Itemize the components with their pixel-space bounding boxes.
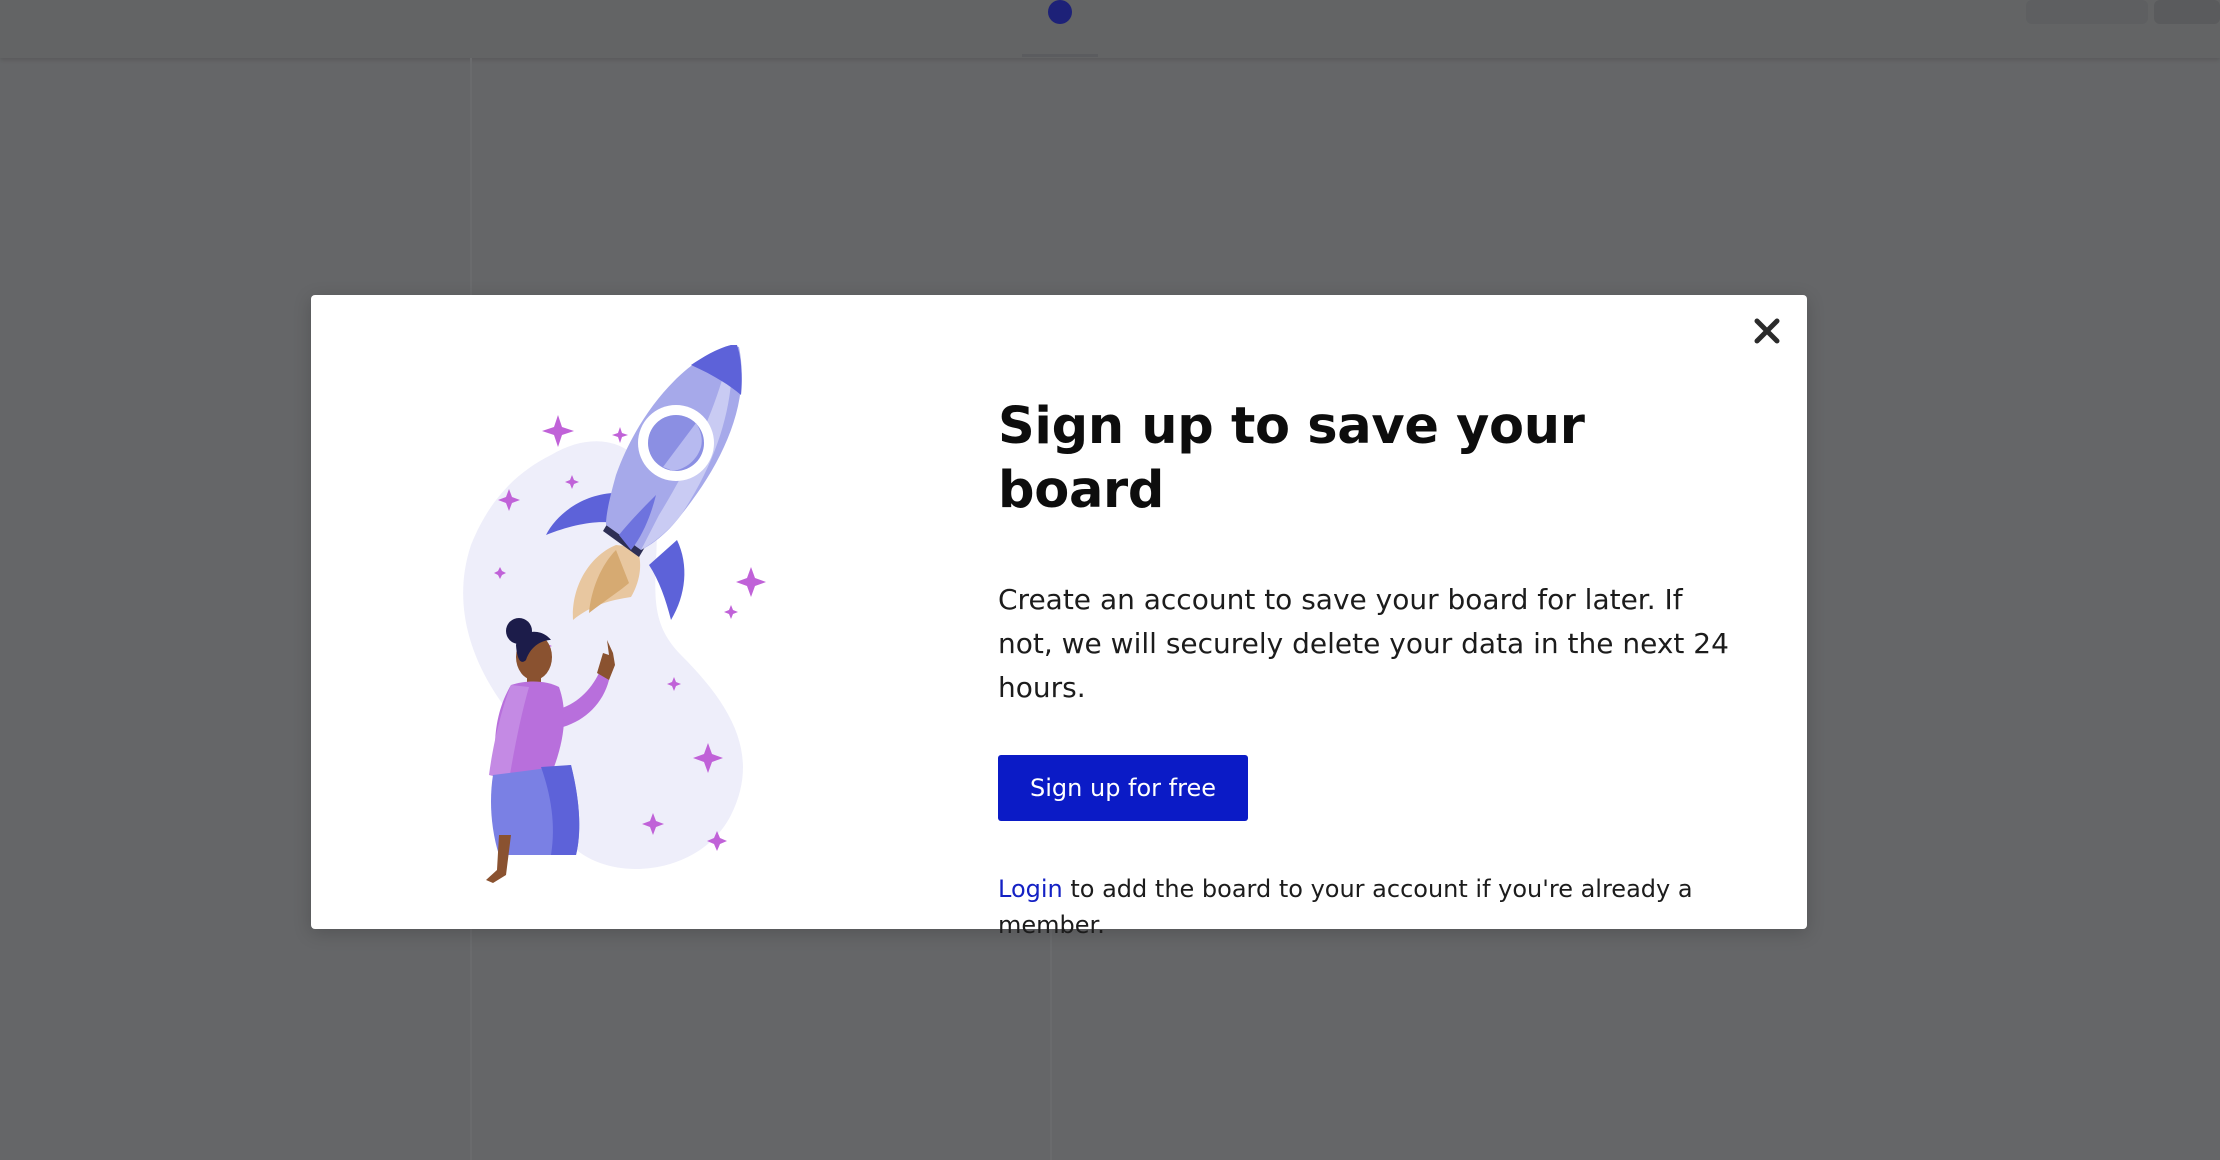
signup-modal: Sign up to save your board Create an acc…: [311, 295, 1807, 939]
app-topbar: [0, 0, 2220, 58]
rocket-launch-illustration: [463, 345, 766, 883]
close-icon: [1754, 318, 1780, 344]
modal-content: Sign up to save your board Create an acc…: [998, 395, 1738, 943]
close-button[interactable]: [1749, 313, 1785, 349]
topbar-right-control-2: [2154, 0, 2220, 24]
signup-button[interactable]: Sign up for free: [998, 755, 1248, 821]
modal-title: Sign up to save your board: [998, 397, 1585, 520]
modal-description: Create an account to save your board for…: [998, 583, 1729, 704]
topbar-right-control: [2026, 0, 2148, 24]
background-divider-2: [1050, 929, 1052, 1160]
login-prompt: Login to add the board to your account i…: [998, 871, 1738, 943]
app-logo-icon: [1048, 0, 1072, 24]
login-link[interactable]: Login: [998, 875, 1063, 903]
login-prompt-text: to add the board to your account if you'…: [998, 875, 1693, 939]
